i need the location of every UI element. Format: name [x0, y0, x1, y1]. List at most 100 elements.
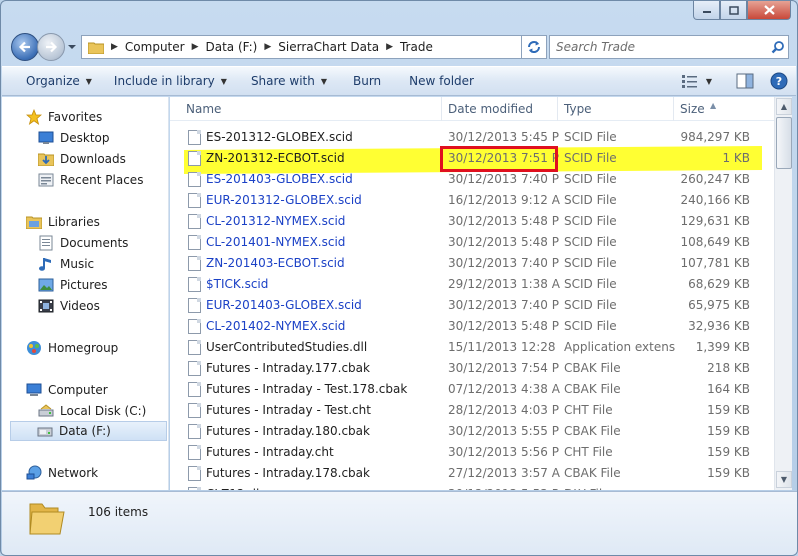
- breadcrumb-computer[interactable]: Computer: [121, 40, 189, 54]
- refresh-button[interactable]: [521, 35, 547, 59]
- maximize-icon: [728, 5, 739, 15]
- nav-data-drive[interactable]: Data (F:): [10, 421, 167, 441]
- share-with-menu[interactable]: Share with ▼: [243, 67, 335, 95]
- file-row[interactable]: Futures - Intraday.178.cbak 27/12/2013 3:…: [184, 463, 774, 484]
- file-date-modified: 16/12/2013 9:12 A...: [448, 193, 560, 207]
- music-icon: [38, 256, 54, 272]
- file-row[interactable]: Futures - Intraday.177.cbak 30/12/2013 7:…: [184, 358, 774, 379]
- nav-videos[interactable]: Videos: [38, 296, 166, 316]
- column-date-modified[interactable]: Date modified: [442, 97, 558, 121]
- nav-homegroup-label: Homegroup: [48, 341, 119, 355]
- file-type: CBAK File: [564, 466, 621, 480]
- nav-recent-places[interactable]: Recent Places: [38, 170, 166, 190]
- file-size: 108,649 KB: [680, 235, 750, 249]
- nav-homegroup[interactable]: Homegroup: [26, 338, 166, 358]
- file-name: UserContributedStudies.dll: [206, 340, 368, 354]
- file-icon: [188, 403, 201, 418]
- forward-button[interactable]: [37, 33, 65, 61]
- nav-local-disk[interactable]: Local Disk (C:): [38, 401, 166, 421]
- file-size: 129,631 KB: [680, 214, 750, 228]
- nav-pictures[interactable]: Pictures: [38, 275, 166, 295]
- file-date-modified: 29/12/2013 1:38 A...: [448, 277, 560, 291]
- change-view-button[interactable]: ▼: [681, 74, 712, 88]
- file-size: [680, 484, 750, 490]
- close-button[interactable]: [747, 1, 791, 20]
- maximize-button[interactable]: [720, 1, 747, 20]
- file-row[interactable]: $TICK.scid 29/12/2013 1:38 A... SCID File 6…: [184, 274, 774, 295]
- search-icon[interactable]: [768, 40, 788, 54]
- file-type: SCID File: [564, 193, 617, 207]
- nav-documents-label: Documents: [60, 236, 129, 250]
- nav-music[interactable]: Music: [38, 254, 166, 274]
- breadcrumb-data-drive[interactable]: Data (F:): [202, 40, 262, 54]
- file-name: Futures - Intraday - Test.178.cbak: [206, 382, 408, 396]
- file-date-modified: 30/12/2013 5:53 PM: [448, 484, 560, 490]
- nav-desktop[interactable]: Desktop: [38, 128, 166, 148]
- file-icon: [188, 235, 201, 250]
- nav-network[interactable]: Network: [26, 463, 166, 483]
- nav-documents[interactable]: Documents: [38, 233, 166, 253]
- file-row[interactable]: Futures - Intraday.cht 30/12/2013 5:56 PM…: [184, 442, 774, 463]
- nav-downloads[interactable]: Downloads: [38, 149, 166, 169]
- file-row[interactable]: ES-201312-GLOBEX.scid 30/12/2013 5:45 PM S…: [184, 127, 774, 148]
- file-row[interactable]: ES-201403-GLOBEX.scid 30/12/2013 7:40 PM S…: [184, 169, 774, 190]
- include-in-library-menu[interactable]: Include in library ▼: [106, 67, 235, 95]
- file-type: Application extens...: [564, 340, 676, 354]
- scroll-up-button[interactable]: ▲: [776, 98, 792, 115]
- file-row[interactable]: Futures - Intraday - Test.cht 28/12/2013 …: [184, 400, 774, 421]
- help-icon[interactable]: ?: [770, 72, 788, 90]
- file-row[interactable]: EUR-201312-GLOBEX.scid 16/12/2013 9:12 A.…: [184, 190, 774, 211]
- nav-favorites[interactable]: Favorites: [26, 107, 166, 127]
- vertical-scrollbar[interactable]: ▲ ▼: [774, 97, 792, 490]
- nav-music-label: Music: [60, 257, 95, 271]
- file-name: Futures - Intraday.178.cbak: [206, 466, 370, 480]
- breadcrumb-trade[interactable]: Trade: [396, 40, 437, 54]
- back-button[interactable]: [11, 33, 39, 61]
- column-type[interactable]: Type: [558, 97, 674, 121]
- file-name: Futures - Intraday.cht: [206, 445, 334, 459]
- file-date-modified: 30/12/2013 7:54 PM: [448, 361, 560, 375]
- file-size: 159 KB: [707, 445, 750, 459]
- organize-menu[interactable]: Organize ▼: [18, 67, 100, 95]
- include-in-library-label: Include in library: [113, 74, 215, 88]
- file-icon: [188, 445, 201, 460]
- breadcrumb-separator[interactable]: ▶: [261, 42, 274, 52]
- file-row[interactable]: UserContributedStudies.dll 15/11/2013 12:…: [184, 337, 774, 358]
- file-row[interactable]: CL-201401-NYMEX.scid 30/12/2013 5:48 PM SC…: [184, 232, 774, 253]
- nav-libraries[interactable]: Libraries: [26, 212, 166, 232]
- file-row[interactable]: Futures - Intraday - Test.178.cbak 07/12/…: [184, 379, 774, 400]
- file-row[interactable]: ZN-201403-ECBOT.scid 30/12/2013 7:40 PM SC…: [184, 253, 774, 274]
- scroll-thumb[interactable]: [776, 117, 792, 169]
- file-name: ZN-201312-ECBOT.scid: [206, 151, 345, 165]
- file-date-modified: 30/12/2013 7:40 PM: [448, 298, 560, 312]
- file-row[interactable]: EUR-201403-GLOBEX.scid 30/12/2013 7:40 PM…: [184, 295, 774, 316]
- file-row[interactable]: CLZ12.dly 30/12/2013 5:53 PM DLY File: [184, 484, 774, 490]
- address-bar[interactable]: ▶ Computer ▶ Data (F:) ▶ SierraChart Dat…: [81, 35, 543, 59]
- minimize-button[interactable]: [693, 1, 720, 20]
- recent-pages-dropdown[interactable]: [67, 41, 77, 51]
- breadcrumb-separator[interactable]: ▶: [108, 42, 121, 52]
- burn-button[interactable]: Burn: [345, 67, 389, 95]
- nav-computer[interactable]: Computer: [26, 380, 166, 400]
- breadcrumb-separator[interactable]: ▶: [383, 42, 396, 52]
- breadcrumb-separator[interactable]: ▶: [189, 42, 202, 52]
- file-icon: [188, 319, 201, 334]
- file-row[interactable]: CL-201402-NYMEX.scid 30/12/2013 5:48 PM SC…: [184, 316, 774, 337]
- preview-pane-icon[interactable]: [736, 73, 754, 89]
- breadcrumb-sierrachart-data[interactable]: SierraChart Data: [274, 40, 383, 54]
- file-date-modified: 28/12/2013 4:03 PM: [448, 403, 560, 417]
- file-icon: [188, 466, 201, 481]
- file-icon: [188, 214, 201, 229]
- file-row[interactable]: Futures - Intraday.180.cbak 30/12/2013 5:…: [184, 421, 774, 442]
- navigation-row: ▶ Computer ▶ Data (F:) ▶ SierraChart Dat…: [9, 31, 789, 63]
- file-row[interactable]: CL-201312-NYMEX.scid 30/12/2013 5:48 PM SC…: [184, 211, 774, 232]
- nav-videos-label: Videos: [60, 299, 100, 313]
- scroll-down-button[interactable]: ▼: [776, 471, 792, 488]
- file-date-modified: 15/11/2013 12:28 ...: [448, 340, 560, 354]
- search-box[interactable]: [549, 35, 789, 59]
- file-type: SCID File: [564, 172, 617, 186]
- column-name[interactable]: Name: [180, 97, 442, 121]
- new-folder-button[interactable]: New folder: [401, 67, 482, 95]
- search-input[interactable]: [550, 37, 768, 57]
- file-type: CBAK File: [564, 361, 621, 375]
